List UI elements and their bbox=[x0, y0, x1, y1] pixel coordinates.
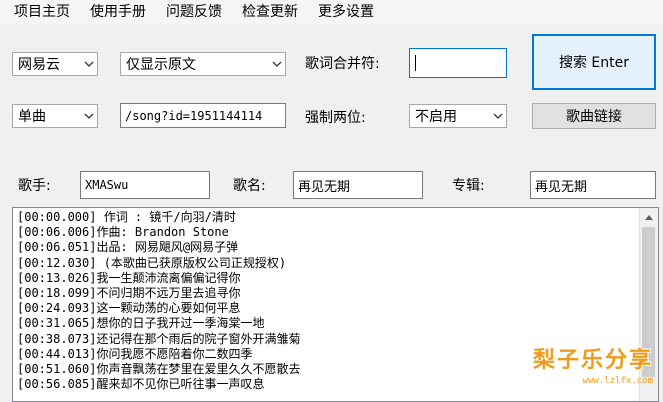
song-name-value: 再见无期 bbox=[298, 179, 351, 195]
search-type-select[interactable]: 单曲 bbox=[12, 104, 98, 128]
force-two-digit-value: 不启用 bbox=[415, 109, 457, 125]
display-mode-select[interactable]: 仅显示原文 bbox=[120, 52, 286, 76]
song-link-button-label: 歌曲链接 bbox=[566, 109, 622, 125]
lyrics-line: [00:31.065]想你的日子我开过一季海棠一地 bbox=[17, 316, 265, 331]
lyrics-line: [00:06.006]作曲: Brandon Stone bbox=[17, 225, 229, 240]
song-name-field[interactable]: 再见无期 bbox=[293, 171, 423, 199]
search-type-value: 单曲 bbox=[18, 109, 46, 125]
album-label: 专辑: bbox=[452, 178, 485, 194]
display-mode-value: 仅显示原文 bbox=[126, 57, 196, 73]
singer-value: XMASwu bbox=[85, 178, 129, 192]
search-button-label: 搜索 Enter bbox=[558, 55, 630, 71]
menu-item-check-update[interactable]: 检查更新 bbox=[232, 0, 308, 24]
lyrics-line: [00:18.099]不问归期不远万里去追寻你 bbox=[17, 286, 241, 301]
watermark-url: www.lzlfx.com bbox=[582, 376, 653, 386]
song-url-input[interactable]: /song?id=1951144114 bbox=[120, 103, 286, 128]
menu-item-feedback[interactable]: 问题反馈 bbox=[156, 0, 232, 24]
menu-item-more-settings[interactable]: 更多设置 bbox=[308, 0, 384, 24]
lyrics-line: [00:00.000] 作词 : 镜千/向羽/清时 bbox=[17, 210, 236, 224]
menu-item-manual[interactable]: 使用手册 bbox=[80, 0, 156, 24]
merge-separator-input[interactable] bbox=[409, 48, 507, 78]
force-two-digit-select[interactable]: 不启用 bbox=[409, 104, 507, 128]
lyrics-line: [00:24.093]这一颗动荡的心要如何平息 bbox=[17, 301, 241, 316]
menu-bar: 项目主页 使用手册 问题反馈 检查更新 更多设置 bbox=[0, 0, 663, 24]
chevron-down-icon bbox=[269, 53, 285, 75]
watermark: 梨子乐分享 www.lzlfx.com bbox=[531, 342, 653, 400]
chevron-down-icon bbox=[81, 53, 97, 75]
source-select[interactable]: 网易云 bbox=[12, 52, 98, 76]
merge-separator-label: 歌词合并符: bbox=[305, 56, 380, 72]
album-value: 再见无期 bbox=[535, 179, 588, 195]
chevron-down-icon bbox=[81, 105, 97, 127]
chevron-down-icon bbox=[490, 105, 506, 127]
text-caret bbox=[415, 55, 416, 71]
singer-label: 歌手: bbox=[18, 178, 51, 194]
source-select-value: 网易云 bbox=[18, 57, 60, 73]
lyrics-line: [00:06.051]出品: 网易飓风@网易子弹 bbox=[17, 240, 239, 255]
force-two-digit-label: 强制两位: bbox=[305, 110, 366, 126]
scroll-up-arrow-icon[interactable] bbox=[640, 208, 658, 226]
song-name-label: 歌名: bbox=[233, 178, 266, 194]
album-field[interactable]: 再见无期 bbox=[530, 171, 656, 199]
menu-item-home[interactable]: 项目主页 bbox=[0, 0, 80, 24]
song-url-value: /song?id=1951144114 bbox=[125, 108, 263, 123]
watermark-title: 梨子乐分享 bbox=[532, 348, 653, 373]
lyrics-line: [00:13.026]我一生颠沛流离偏偏记得你 bbox=[17, 270, 241, 285]
song-link-button[interactable]: 歌曲链接 bbox=[532, 103, 656, 129]
search-button[interactable]: 搜索 Enter bbox=[532, 34, 656, 90]
lyrics-line: [00:12.030] (本歌曲已获原版权公司正规授权) bbox=[17, 255, 287, 270]
singer-field[interactable]: XMASwu bbox=[80, 171, 210, 199]
